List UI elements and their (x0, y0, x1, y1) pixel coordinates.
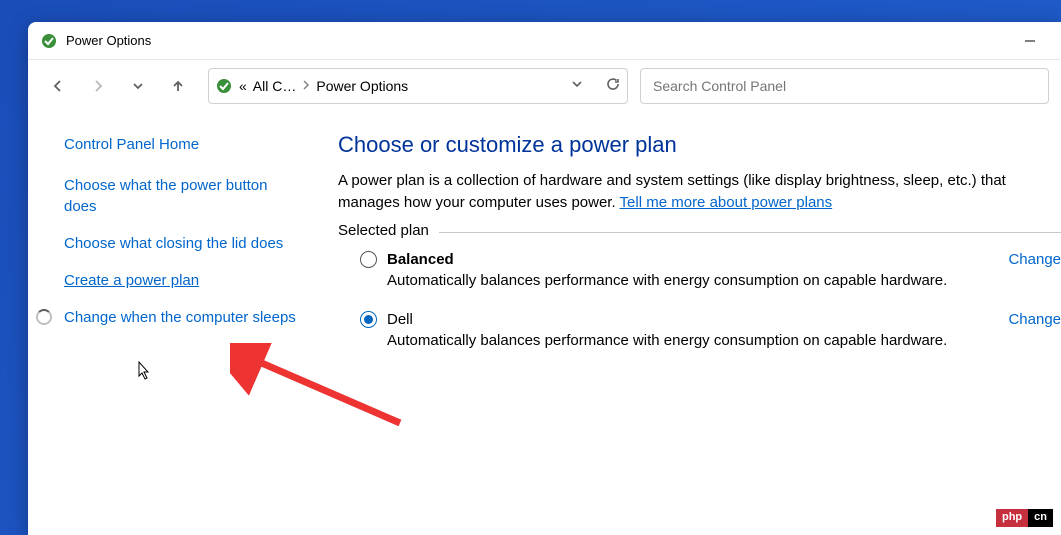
content-area: Control Panel Home Choose what the power… (28, 112, 1061, 535)
breadcrumb-prefix: « (239, 78, 247, 94)
minimize-button[interactable] (1007, 25, 1053, 57)
watermark-badge: php cn (996, 509, 1053, 527)
plan-name: Dell (387, 311, 413, 328)
sidebar-link-create-plan[interactable]: Create a power plan (64, 270, 304, 291)
recent-dropdown-button[interactable] (120, 68, 156, 104)
titlebar: Power Options (28, 22, 1061, 60)
address-dropdown-button[interactable] (571, 77, 583, 95)
plan-radio-dell[interactable] (360, 311, 377, 328)
forward-button[interactable] (80, 68, 116, 104)
plan-radio-balanced[interactable] (360, 251, 377, 268)
window-title: Power Options (66, 33, 1007, 48)
sidebar-link-computer-sleeps[interactable]: Change when the computer sleeps (64, 307, 304, 328)
plan-description: Automatically balances performance with … (387, 332, 1061, 349)
breadcrumb-level1[interactable]: All C… (253, 78, 297, 94)
location-icon (215, 77, 233, 95)
chevron-right-icon[interactable] (302, 80, 310, 93)
loading-spinner-icon (36, 309, 52, 325)
up-button[interactable] (160, 68, 196, 104)
plan-item: Dell Change Automatically balances perfo… (360, 311, 1061, 349)
selected-plan-group: Selected plan Balanced Change Automatica… (338, 232, 1061, 349)
sidebar-link-power-button[interactable]: Choose what the power button does (64, 175, 304, 217)
sidebar-link-closing-lid[interactable]: Choose what closing the lid does (64, 233, 304, 254)
learn-more-link[interactable]: Tell me more about power plans (620, 194, 833, 211)
badge-right: cn (1028, 509, 1053, 527)
plan-name: Balanced (387, 251, 454, 268)
search-input[interactable] (653, 78, 1036, 94)
selected-plan-legend: Selected plan (338, 222, 439, 239)
badge-left: php (996, 509, 1028, 527)
plan-item: Balanced Change Automatically balances p… (360, 251, 1061, 289)
address-bar[interactable]: « All C… Power Options (208, 68, 628, 104)
back-button[interactable] (40, 68, 76, 104)
change-plan-link[interactable]: Change (1008, 311, 1061, 328)
navigation-toolbar: « All C… Power Options (28, 60, 1061, 112)
main-panel: Choose or customize a power plan A power… (338, 112, 1061, 535)
power-options-window: Power Options « All C… Power Options (28, 22, 1061, 535)
page-title: Choose or customize a power plan (338, 132, 1061, 158)
sidebar: Control Panel Home Choose what the power… (28, 112, 338, 535)
refresh-button[interactable] (605, 76, 621, 97)
plan-description: Automatically balances performance with … (387, 272, 1061, 289)
control-panel-home-link[interactable]: Control Panel Home (64, 136, 314, 153)
app-icon (40, 32, 58, 50)
change-plan-link[interactable]: Change (1008, 251, 1061, 268)
breadcrumb-level2[interactable]: Power Options (316, 78, 408, 94)
search-bar[interactable] (640, 68, 1049, 104)
page-description: A power plan is a collection of hardware… (338, 170, 1061, 214)
